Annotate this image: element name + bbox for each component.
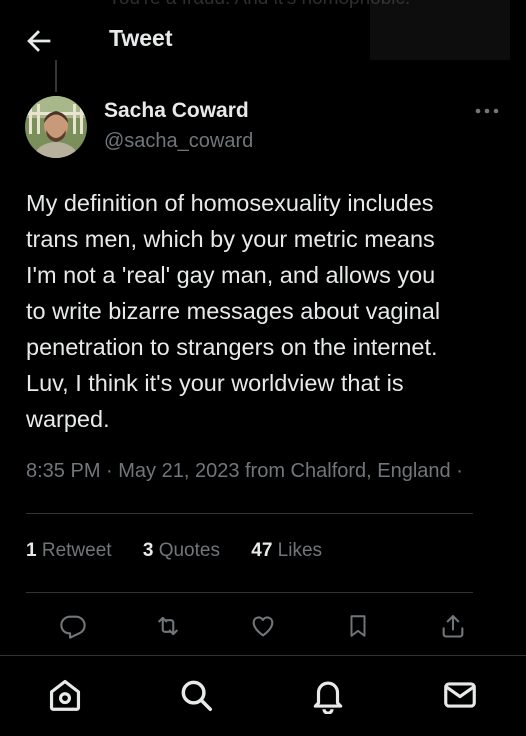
divider	[26, 592, 473, 593]
arrow-left-icon[interactable]	[22, 24, 56, 58]
retweets-stat[interactable]: 1 Retweet	[26, 540, 112, 562]
author-name[interactable]: Sacha Coward	[104, 99, 249, 123]
quotes-count: 3	[142, 540, 154, 561]
thread-connector	[55, 60, 57, 92]
home-icon[interactable]	[42, 672, 88, 718]
heart-icon[interactable]	[243, 605, 283, 647]
page-title: Tweet	[109, 25, 173, 51]
retweets-count: 1	[26, 540, 37, 561]
divider	[26, 513, 473, 514]
tweet-actions	[0, 605, 526, 655]
quotes-label: Quotes	[158, 540, 220, 561]
tweet-text: My definition of homosexuality includes …	[26, 190, 441, 432]
top-bar: Tweet	[0, 0, 526, 80]
search-icon[interactable]	[173, 672, 219, 718]
bell-icon[interactable]	[305, 672, 351, 718]
retweets-label: Retweet	[41, 540, 112, 561]
author-handle[interactable]: @sacha_coward	[104, 130, 253, 153]
likes-stat[interactable]: 47 Likes	[251, 540, 322, 562]
mail-icon[interactable]	[437, 672, 483, 718]
more-icon[interactable]	[470, 100, 504, 122]
tweet-stats: 1 Retweet 3 Quotes 47 Likes	[26, 540, 348, 562]
likes-label: Likes	[277, 540, 323, 561]
reply-icon[interactable]	[53, 605, 93, 647]
quotes-stat[interactable]: 3 Quotes	[143, 540, 220, 562]
tweet-meta: 8:35 PM · May 21, 2023 from Chalford, En…	[26, 460, 463, 482]
likes-count: 47	[251, 540, 273, 561]
retweet-icon[interactable]	[148, 605, 188, 647]
avatar[interactable]	[25, 96, 87, 158]
bookmark-icon[interactable]	[338, 605, 378, 647]
bottom-navigation	[0, 655, 526, 736]
share-icon[interactable]	[433, 605, 473, 647]
